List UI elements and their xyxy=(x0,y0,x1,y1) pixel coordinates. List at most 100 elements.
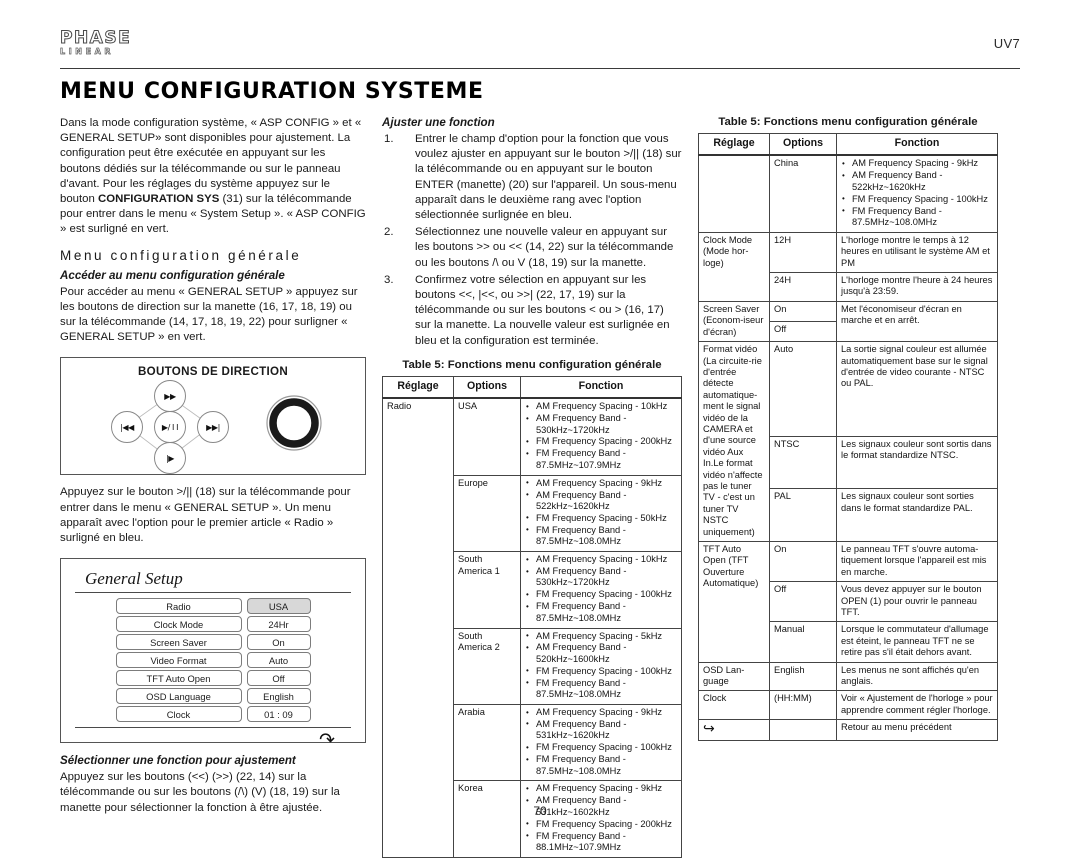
step-text-2: Sélectionnez une nouvelle valeur en appu… xyxy=(415,226,674,269)
cell-fonction-english: Les menus ne sont affichés qu'en anglais… xyxy=(836,661,998,692)
direction-buttons-title: BOUTONS DE DIRECTION xyxy=(137,365,289,379)
cell-fonction-12h: L'horloge montre le temps à 12 heures en… xyxy=(836,231,998,274)
cell-fonction-korea: AM Frequency Spacing - 9kHz AM Frequency… xyxy=(520,780,682,858)
cell-options-tft-off: Off xyxy=(769,581,837,623)
table-row: ↩ Retour au menu précédent xyxy=(698,719,998,741)
cell-fonction-24h: L'horloge montre l'heure à 24 heures jus… xyxy=(836,272,998,302)
content-columns: Dans la mode configuration système, « AS… xyxy=(60,116,1020,858)
cell-reglage-osd-language: OSD Lan-guage xyxy=(698,661,770,692)
cell-options-usa: USA xyxy=(453,397,521,476)
list-item: AM Frequency Band - 531kHz~1620kHz xyxy=(525,718,677,742)
page-header: PHASE LINEAR UV7 xyxy=(59,28,1020,69)
model-code: UV7 xyxy=(993,36,1020,51)
cell-fonction-tft-manual: Lorsque le commutateur d'allumage est ét… xyxy=(836,621,998,663)
th-fonction: Fonction xyxy=(836,133,998,157)
cell-options-english: English xyxy=(769,661,837,692)
cell-options-12h: 12H xyxy=(769,231,837,274)
logo-main-text: PHASE xyxy=(59,28,132,48)
section-heading: Menu configuration générale xyxy=(60,247,302,263)
back-arrow-icon[interactable]: ↶ xyxy=(319,729,335,751)
step-number-1: 1. xyxy=(384,133,394,145)
middle-table-body: Radio USA AM Frequency Spacing - 10kHz A… xyxy=(382,397,682,858)
cell-options-tft-manual: Manual xyxy=(769,621,837,663)
cell-options-pal: PAL xyxy=(769,488,837,542)
access-menu-paragraph: Pour accéder au menu « GENERAL SETUP » a… xyxy=(60,285,358,344)
setup-label-osd-language[interactable]: OSD Language xyxy=(115,688,242,705)
table-row: TFT Auto Open (TFT Ouverture Automatique… xyxy=(698,540,998,663)
list-item: AM Frequency Band - 530kHz~1720kHz xyxy=(525,413,677,436)
direction-buttons-art: ▶▶ |◀◀ ▶/ I I ▶▶| |▶ xyxy=(61,378,365,475)
cell-reglage-video-format: Format vidéo (La circuite-rie d'entrée d… xyxy=(698,341,770,542)
intro-bold-term: CONFIGURATION SYS xyxy=(98,193,220,206)
step-item-3: 3. Confirmez votre sélection en appuyant… xyxy=(382,273,682,349)
setup-row-osd-language: OSD Language English xyxy=(75,688,351,705)
th-fonction: Fonction xyxy=(520,375,682,400)
setup-value-radio[interactable]: USA xyxy=(246,598,311,615)
middle-table-caption: Table 5: Fonctions menu configuration gé… xyxy=(402,358,662,371)
right-table-caption: Table 5: Fonctions menu configuration gé… xyxy=(718,116,978,128)
list-item: AM Frequency Spacing - 9kHz xyxy=(525,783,677,795)
list-item: AM Frequency Band - 520kHz~1600kHz xyxy=(525,642,677,665)
step-number-2: 2. xyxy=(384,226,394,239)
cell-fonction-screen-saver: Met l'économiseur d'écran en marche et e… xyxy=(836,300,998,343)
list-item: AM Frequency Spacing - 10kHz xyxy=(525,554,677,566)
step-text-3: Confirmez votre sélection en appuyant su… xyxy=(415,273,670,347)
setup-value-screen-saver[interactable]: On xyxy=(246,634,311,651)
setup-label-screen-saver[interactable]: Screen Saver xyxy=(115,634,242,651)
list-item: AM Frequency Band - 522kHz~1620kHz xyxy=(525,489,677,513)
cell-options-auto: Auto xyxy=(769,341,837,437)
cell-fonction-south-america-2: AM Frequency Spacing - 5kHz AM Frequency… xyxy=(520,627,682,706)
sub-heading-select-function: Sélectionner une fonction pour ajustemen… xyxy=(60,754,296,768)
cell-reglage-radio: Radio xyxy=(382,397,454,858)
cell-options-hhmm: (HH:MM) xyxy=(769,690,837,721)
left-column: Dans la mode configuration système, « AS… xyxy=(60,116,366,858)
cell-options-back xyxy=(769,719,837,741)
bullet-list: AM Frequency Spacing - 9kHz AM Frequency… xyxy=(841,158,993,228)
cell-options-arabia: Arabia xyxy=(453,703,521,782)
setup-label-clock-mode[interactable]: Clock Mode xyxy=(115,616,242,633)
logo-sub-text: LINEAR xyxy=(60,47,115,56)
table-row: OSD Lan-guage English Les menus ne sont … xyxy=(698,661,998,692)
direction-buttons-figure: BOUTONS DE DIRECTION ▶▶ |◀◀ ▶/ I I ▶▶| |… xyxy=(60,357,366,476)
setup-value-video-format[interactable]: Auto xyxy=(246,652,311,669)
setup-label-video-format[interactable]: Video Format xyxy=(115,652,242,669)
setup-row-tft-auto-open: TFT Auto Open Off xyxy=(75,670,351,687)
cell-options-ntsc: NTSC xyxy=(769,435,837,490)
setup-value-osd-language[interactable]: English xyxy=(246,688,311,705)
setup-value-tft-auto-open[interactable]: Off xyxy=(246,670,311,687)
setup-label-clock[interactable]: Clock xyxy=(115,706,242,723)
table-row: China AM Frequency Spacing - 9kHz AM Fre… xyxy=(698,154,998,233)
cell-fonction-ntsc: Les signaux couleur sont sortis dans le … xyxy=(836,435,998,490)
cell-options-europe: Europe xyxy=(453,474,521,553)
bullet-list: AM Frequency Spacing - 9kHz AM Frequency… xyxy=(525,477,677,548)
middle-column: Ajuster une fonction 1. Entrer le champ … xyxy=(382,116,682,858)
list-item: FM Frequency Band - 87.5MHz~108.0MHz xyxy=(525,524,677,548)
bullet-list: AM Frequency Spacing - 5kHz AM Frequency… xyxy=(525,630,677,701)
step-item-1: 1. Entrer le champ d'option pour la fonc… xyxy=(382,132,682,223)
setup-label-radio[interactable]: Radio xyxy=(115,598,242,615)
cell-options-south-america-1: South America 1 xyxy=(453,551,521,629)
page-number: 70 xyxy=(533,804,547,818)
enter-menu-paragraph: Appuyez sur le bouton >/|| (18) sur la t… xyxy=(60,486,351,545)
cell-fonction-europe: AM Frequency Spacing - 9kHz AM Frequency… xyxy=(520,474,682,553)
th-options: Options xyxy=(453,375,521,400)
bullet-list: AM Frequency Spacing - 10kHz AM Frequenc… xyxy=(525,401,677,471)
step-item-2: 2. Sélectionnez une nouvelle valeur en a… xyxy=(382,225,682,271)
intro-paragraph: Dans la mode configuration système, « AS… xyxy=(60,116,366,238)
middle-table-head: Réglage Options Fonction xyxy=(382,375,682,400)
cell-options-korea: Korea xyxy=(453,780,521,858)
document-page: PHASE LINEAR UV7 MENU CONFIGURATION SYST… xyxy=(0,0,1080,858)
setup-value-clock[interactable]: 01 : 09 xyxy=(246,706,311,723)
list-item: AM Frequency Spacing - 9kHz xyxy=(525,706,677,718)
cell-options-china: China xyxy=(769,154,837,233)
list-item: AM Frequency Spacing - 9kHz xyxy=(525,477,677,489)
table-row: Screen Saver (Econom-iseur d'écran) On M… xyxy=(698,300,998,343)
middle-functions-table: Réglage Options Fonction Radio USA AM Fr… xyxy=(382,375,682,858)
cell-fonction-pal: Les signaux couleur sont sorties dans le… xyxy=(836,488,998,542)
list-item: FM Frequency Band - 87.5MHz~108.0MHz xyxy=(525,601,677,624)
setup-label-tft-auto-open[interactable]: TFT Auto Open xyxy=(115,670,242,687)
setup-value-clock-mode[interactable]: 24Hr xyxy=(246,616,311,633)
sub-heading-adjust-function: Ajuster une fonction xyxy=(382,116,495,129)
list-item: FM Frequency Spacing - 100kHz xyxy=(525,589,677,601)
table-header-row: Réglage Options Fonction xyxy=(382,375,682,400)
